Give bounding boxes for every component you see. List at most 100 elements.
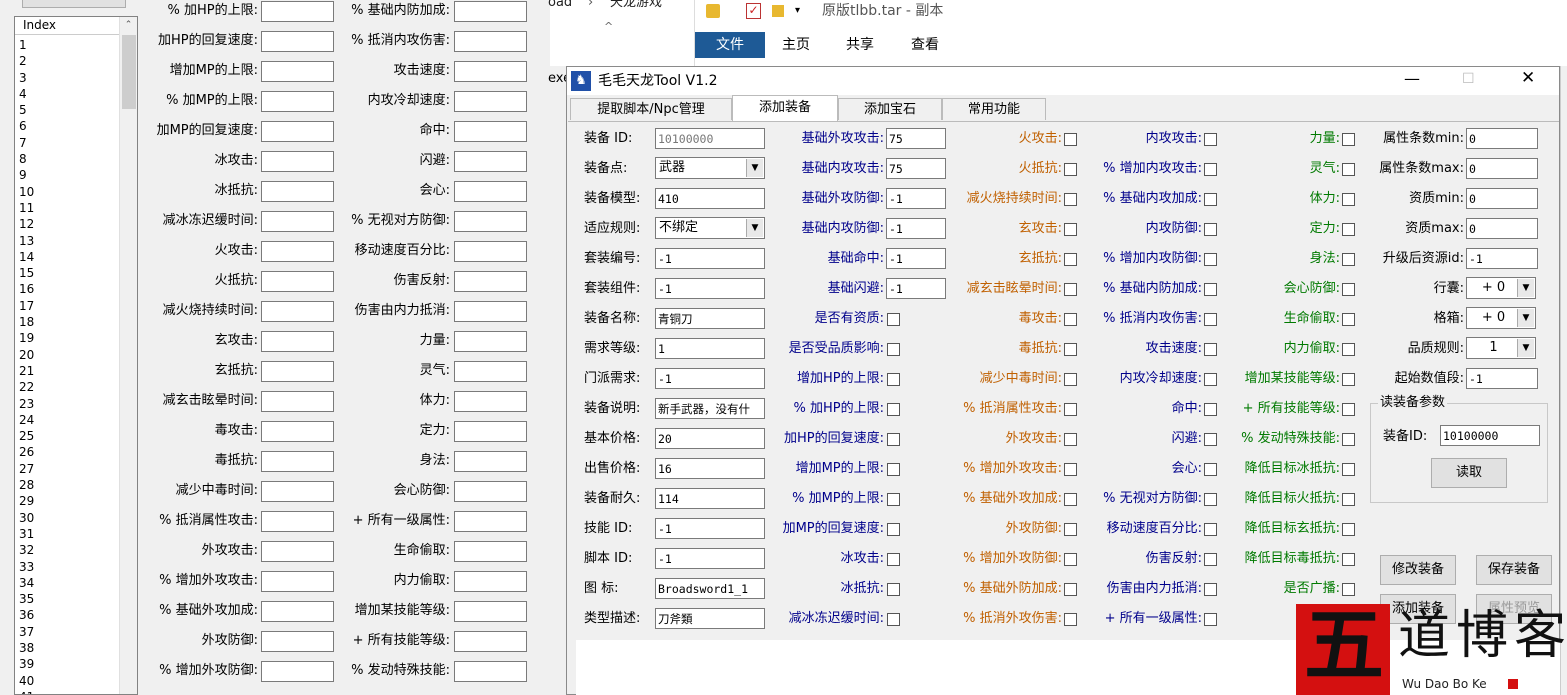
ribbon-view-tab[interactable]: 查看	[911, 36, 939, 54]
left-top-button[interactable]	[22, 0, 126, 8]
attr-checkbox[interactable]	[1204, 133, 1217, 146]
minimize-icon[interactable]: —	[1404, 70, 1420, 88]
extra-field-select[interactable]: 1 ▼	[1466, 337, 1536, 359]
attr-checkbox[interactable]	[1204, 493, 1217, 506]
list-item[interactable]: 22	[19, 379, 119, 395]
extra-field-select[interactable]: + 0 ▼	[1466, 307, 1536, 329]
chevron-down-icon[interactable]: ▼	[746, 219, 763, 237]
list-item[interactable]: 25	[19, 428, 119, 444]
index-header[interactable]: Index	[15, 17, 119, 35]
tab-common[interactable]: 常用功能	[942, 98, 1046, 120]
list-item[interactable]: 3	[19, 70, 119, 86]
equip-field-input[interactable]	[655, 128, 765, 149]
attr-input-b[interactable]	[454, 631, 527, 652]
list-item[interactable]: 34	[19, 575, 119, 591]
equip-field-select[interactable]: 不绑定 ▼	[655, 217, 765, 239]
attr-input-b[interactable]	[454, 331, 527, 352]
attr-input-b[interactable]	[454, 271, 527, 292]
attr-checkbox[interactable]	[1342, 133, 1355, 146]
list-item[interactable]: 24	[19, 412, 119, 428]
equip-field-input[interactable]	[655, 548, 765, 569]
list-item[interactable]: 35	[19, 591, 119, 607]
attr-checkbox[interactable]	[1204, 253, 1217, 266]
list-item[interactable]: 13	[19, 233, 119, 249]
list-item[interactable]: 40	[19, 673, 119, 689]
equip-field-input[interactable]	[655, 488, 765, 509]
tab-add-equip[interactable]: 添加装备	[732, 95, 838, 122]
equip-field-input[interactable]	[655, 608, 765, 629]
list-item[interactable]: 4	[19, 86, 119, 102]
attr-checkbox[interactable]	[1204, 373, 1217, 386]
list-item[interactable]: 5	[19, 102, 119, 118]
chevron-down-icon[interactable]: ▼	[1517, 339, 1534, 357]
equip-field-input[interactable]	[655, 188, 765, 209]
extra-field-input[interactable]	[1466, 368, 1538, 389]
attr-input-b[interactable]	[454, 241, 527, 262]
attr-checkbox[interactable]	[1342, 283, 1355, 296]
list-item[interactable]: 36	[19, 607, 119, 623]
attr-checkbox[interactable]	[1342, 523, 1355, 536]
list-item[interactable]: 18	[19, 314, 119, 330]
list-item[interactable]: 30	[19, 510, 119, 526]
attr-checkbox[interactable]	[1342, 463, 1355, 476]
list-item[interactable]: 28	[19, 477, 119, 493]
save-equip-button[interactable]: 保存装备	[1476, 555, 1552, 585]
base-attr-checkbox[interactable]	[887, 613, 900, 626]
read-id-input[interactable]	[1440, 425, 1540, 446]
equip-field-input[interactable]	[655, 278, 765, 299]
equip-field-select[interactable]: 武器 ▼	[655, 157, 765, 179]
attr-input-b[interactable]	[454, 511, 527, 532]
list-item[interactable]: 1	[19, 37, 119, 53]
attr-checkbox[interactable]	[1342, 373, 1355, 386]
list-item[interactable]: 29	[19, 493, 119, 509]
extra-field-input[interactable]	[1466, 158, 1538, 179]
equip-field-input[interactable]	[655, 248, 765, 269]
list-item[interactable]: 2	[19, 53, 119, 69]
list-item[interactable]: 27	[19, 461, 119, 477]
attr-input-b[interactable]	[454, 481, 527, 502]
attr-input-b[interactable]	[454, 91, 527, 112]
ribbon-home-tab[interactable]: 主页	[782, 36, 810, 54]
attr-checkbox[interactable]	[1204, 433, 1217, 446]
equip-field-input[interactable]	[655, 368, 765, 389]
read-button[interactable]: 读取	[1431, 458, 1507, 488]
list-item[interactable]: 14	[19, 249, 119, 265]
list-item[interactable]: 23	[19, 396, 119, 412]
list-item[interactable]: 38	[19, 640, 119, 656]
attr-checkbox[interactable]	[1342, 253, 1355, 266]
equip-field-input[interactable]	[655, 308, 765, 329]
equip-field-input[interactable]	[655, 578, 765, 599]
attr-checkbox[interactable]	[1204, 223, 1217, 236]
attr-input-b[interactable]	[454, 391, 527, 412]
chevron-down-icon[interactable]: ▼	[1517, 309, 1534, 327]
list-item[interactable]: 31	[19, 526, 119, 542]
attr-input-b[interactable]	[454, 211, 527, 232]
attr-checkbox[interactable]	[1342, 343, 1355, 356]
extra-field-input[interactable]	[1466, 188, 1538, 209]
check-icon[interactable]: ✓	[746, 3, 761, 19]
list-item[interactable]: 39	[19, 656, 119, 672]
attr-checkbox[interactable]	[1204, 583, 1217, 596]
attr-checkbox[interactable]	[1342, 553, 1355, 566]
chevron-down-icon[interactable]: ▼	[746, 159, 763, 177]
base-attr-checkbox[interactable]	[887, 433, 900, 446]
list-item[interactable]: 12	[19, 216, 119, 232]
list-item[interactable]: 32	[19, 542, 119, 558]
list-item[interactable]: 21	[19, 363, 119, 379]
attr-input-b[interactable]	[454, 361, 527, 382]
attr-checkbox[interactable]	[1204, 193, 1217, 206]
base-attr-checkbox[interactable]	[887, 313, 900, 326]
attr-checkbox[interactable]	[1342, 193, 1355, 206]
attr-checkbox[interactable]	[1204, 283, 1217, 296]
attr-input-b[interactable]	[454, 571, 527, 592]
attr-checkbox[interactable]	[1204, 523, 1217, 536]
attr-checkbox[interactable]	[1204, 463, 1217, 476]
attr-input-b[interactable]	[454, 451, 527, 472]
attr-checkbox[interactable]	[1204, 403, 1217, 416]
attr-checkbox[interactable]	[1204, 313, 1217, 326]
maximize-icon[interactable]: ☐	[1462, 70, 1475, 88]
equip-field-input[interactable]	[655, 518, 765, 539]
base-attr-checkbox[interactable]	[887, 373, 900, 386]
base-attr-checkbox[interactable]	[887, 343, 900, 356]
close-icon[interactable]: ✕	[1521, 69, 1535, 87]
